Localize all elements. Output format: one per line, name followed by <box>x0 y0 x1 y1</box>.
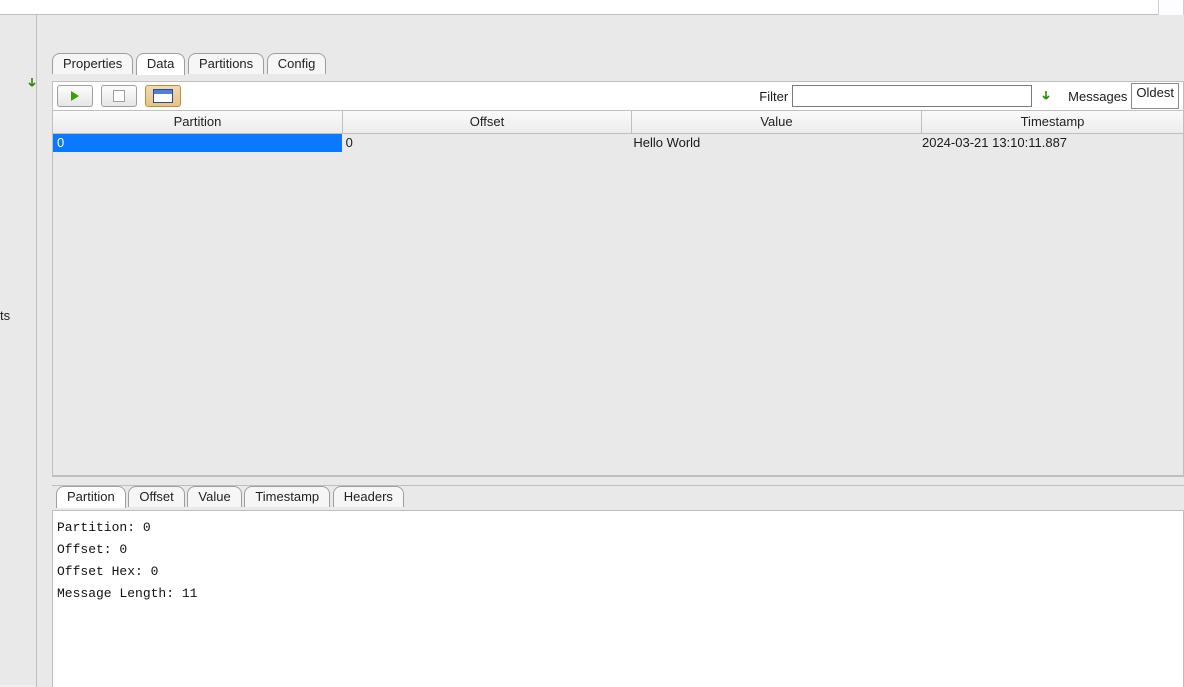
cell-timestamp: 2024-03-21 13:10:11.887 <box>918 134 1183 152</box>
col-value[interactable]: Value <box>632 111 922 133</box>
cell-partition: 0 <box>53 134 342 152</box>
filter-input[interactable] <box>792 85 1032 107</box>
detail-tabs: Partition Offset Value Timestamp Headers <box>52 486 1184 510</box>
tab-partitions[interactable]: Partitions <box>188 53 264 74</box>
detail-line-4: Message Length: 11 <box>57 583 1179 605</box>
detail-line-2: Offset: 0 <box>57 539 1179 561</box>
grid-header: Partition Offset Value Timestamp <box>53 111 1183 134</box>
col-timestamp[interactable]: Timestamp <box>922 111 1183 133</box>
horizontal-splitter[interactable] <box>52 476 1184 486</box>
main-panel: Properties Data Partitions Config Filter… <box>44 15 1184 687</box>
stop-icon <box>113 90 125 102</box>
tab-config[interactable]: Config <box>267 53 327 74</box>
messages-select[interactable]: Oldest <box>1131 83 1179 109</box>
main-tabs: Properties Data Partitions Config <box>52 15 1184 79</box>
filter-apply-icon[interactable] <box>1038 88 1054 104</box>
top-bar <box>0 0 1184 15</box>
play-icon <box>71 91 79 101</box>
detail-panel: Partition Offset Value Timestamp Headers… <box>52 486 1184 687</box>
dtab-timestamp[interactable]: Timestamp <box>244 486 330 507</box>
data-toolbar: Filter Messages Oldest <box>52 81 1184 111</box>
left-sidebar: ts <box>0 15 38 685</box>
detail-content: Partition: 0 Offset: 0 Offset Hex: 0 Mes… <box>52 510 1184 687</box>
detail-line-3: Offset Hex: 0 <box>57 561 1179 583</box>
stop-button[interactable] <box>101 85 137 107</box>
dtab-headers[interactable]: Headers <box>333 486 404 507</box>
dtab-value[interactable]: Value <box>187 486 241 507</box>
grid-icon <box>153 89 173 103</box>
tab-data[interactable]: Data <box>136 53 185 75</box>
cell-offset: 0 <box>342 134 630 152</box>
filter-label: Filter <box>759 89 788 104</box>
table-row[interactable]: 0 0 Hello World 2024-03-21 13:10:11.887 <box>53 134 1183 152</box>
data-grid: Partition Offset Value Timestamp 0 0 Hel… <box>52 111 1184 476</box>
cell-value: Hello World <box>629 134 918 152</box>
left-text-fragment: ts <box>0 308 10 323</box>
col-partition[interactable]: Partition <box>53 111 343 133</box>
tab-properties[interactable]: Properties <box>52 53 133 74</box>
dtab-offset[interactable]: Offset <box>128 486 184 507</box>
col-offset[interactable]: Offset <box>343 111 632 133</box>
detail-line-1: Partition: 0 <box>57 517 1179 539</box>
play-button[interactable] <box>57 85 93 107</box>
grid-view-button[interactable] <box>145 85 181 107</box>
dtab-partition[interactable]: Partition <box>56 486 126 508</box>
app-root: ts Properties Data Partitions Config Fil… <box>0 0 1184 687</box>
messages-label: Messages <box>1068 89 1127 104</box>
